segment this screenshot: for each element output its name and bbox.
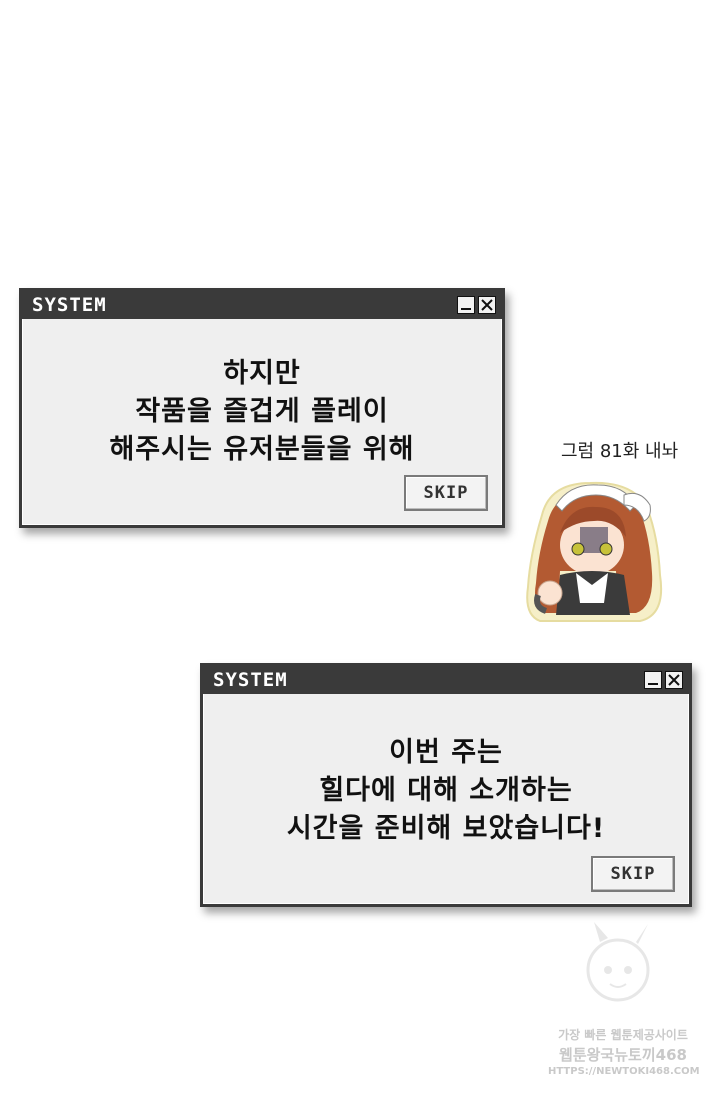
dialog-title: SYSTEM xyxy=(213,669,288,691)
minimize-button[interactable] xyxy=(644,671,662,689)
dialog-titlebar: SYSTEM xyxy=(22,291,502,319)
dialog-message: 이번 주는 힐다에 대해 소개하는 시간을 준비해 보았습니다! xyxy=(203,734,689,848)
message-line: 이번 주는 xyxy=(389,737,503,768)
dialog-titlebar: SYSTEM xyxy=(203,666,689,694)
dialog-message: 하지만 작품을 즐겁게 플레이 해주시는 유저분들을 위해 xyxy=(22,355,502,469)
dialog-title: SYSTEM xyxy=(32,294,107,316)
chibi-maid-sticker xyxy=(526,481,662,622)
window-controls xyxy=(644,671,683,689)
close-icon xyxy=(481,299,493,311)
window-controls xyxy=(457,296,496,314)
site-watermark: 가장 빠른 웹툰제공사이트 웹툰왕국뉴토끼468 HTTPS://NEWTOKI… xyxy=(548,918,700,1088)
minimize-button[interactable] xyxy=(457,296,475,314)
message-line: 작품을 즐겁게 플레이 xyxy=(135,396,389,427)
minimize-icon xyxy=(461,308,471,310)
skip-button[interactable]: SKIP xyxy=(591,856,675,892)
watermark-mascot-icon xyxy=(586,922,650,1002)
minimize-icon xyxy=(648,683,658,685)
skip-button[interactable]: SKIP xyxy=(404,475,488,511)
close-button[interactable] xyxy=(478,296,496,314)
system-dialog-1: SYSTEM 하지만 작품을 즐겁게 플레이 해주시는 유저분들을 위해 SKI… xyxy=(19,288,505,528)
message-line: 힐다에 대해 소개하는 xyxy=(319,775,573,806)
message-line: 시간을 준비해 보았습니다! xyxy=(286,813,606,844)
close-button[interactable] xyxy=(665,671,683,689)
watermark-line-1: 가장 빠른 웹툰제공사이트 xyxy=(558,1028,688,1042)
side-note: 그럼 81화 내놔 xyxy=(561,441,679,462)
close-icon xyxy=(668,674,680,686)
system-dialog-2: SYSTEM 이번 주는 힐다에 대해 소개하는 시간을 준비해 보았습니다! … xyxy=(200,663,692,907)
message-line: 해주시는 유저분들을 위해 xyxy=(109,434,415,465)
message-line: 하지만 xyxy=(223,358,301,389)
watermark-line-3: HTTPS://NEWTOKI468.COM xyxy=(548,1066,700,1077)
watermark-line-2: 웹툰왕국뉴토끼468 xyxy=(559,1046,687,1064)
